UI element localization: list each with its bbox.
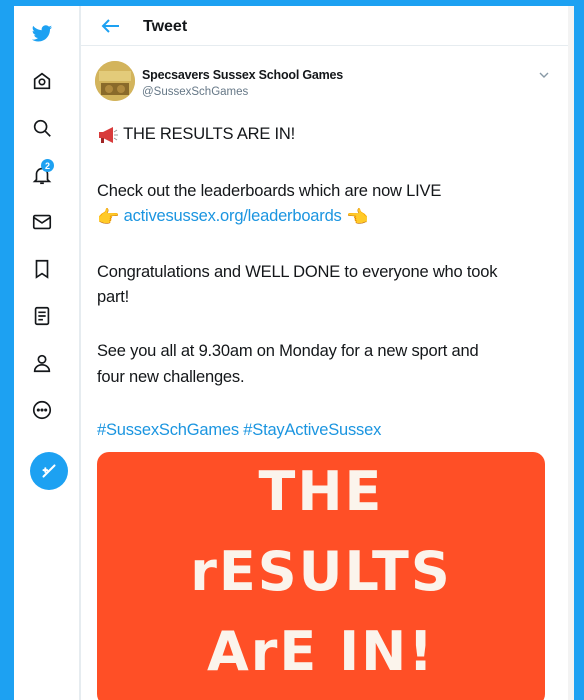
tweet-text-challenges: four new challenges. [97,368,245,386]
messages-icon[interactable] [30,210,54,234]
pointing-right-icon: 👉 [97,206,120,227]
megaphone-icon [99,126,118,143]
lists-icon[interactable] [30,304,54,328]
compose-tweet-icon [42,464,56,478]
author-handle[interactable]: @SussexSchGames [142,86,248,98]
compose-tweet-button[interactable] [30,452,68,490]
tweet-media-image[interactable]: THE rESULTS ArE IN! [97,452,545,700]
twitter-logo-icon[interactable] [30,22,54,46]
tweet-text-part: part! [97,288,130,306]
explore-icon[interactable] [30,116,54,140]
bookmarks-icon[interactable] [30,257,54,281]
tweet-text-see-you: See you all at 9.30am on Monday for a ne… [97,342,479,360]
tweet-line-link: 👉 activesussex.org/leaderboards 👈 [97,204,557,229]
profile-icon[interactable] [30,351,54,375]
notification-count-badge: 2 [41,159,54,172]
navigation-rail: 2 [14,6,80,700]
pointing-left-icon: 👈 [346,206,369,227]
tweet-text-congratulations: Congratulations and WELL DONE to everyon… [97,263,498,281]
media-text-the: THE [258,460,384,523]
back-arrow-icon[interactable] [101,18,121,34]
tweet-text-results: THE RESULTS ARE IN! [123,125,296,143]
page-title: Tweet [143,18,188,35]
tweet-line-results: THE RESULTS ARE IN! [97,122,557,146]
scrollbar[interactable] [568,6,574,700]
tweet-column: Tweet Specsavers Sussex School Games @Su… [80,6,574,700]
notifications-icon[interactable]: 2 [30,159,54,187]
tweet-window: 2 Tweet Specsavers Sussex School Games @… [14,6,574,700]
tweet-text-leaderboards: Check out the leaderboards which are now… [97,182,442,200]
media-text-are-in: ArE IN! [206,620,436,683]
home-icon[interactable] [30,69,54,93]
leaderboards-link[interactable]: activesussex.org/leaderboards [124,207,342,225]
tweet-header: Tweet [81,6,574,46]
avatar[interactable] [95,61,135,101]
more-icon[interactable] [30,398,54,422]
chevron-down-icon[interactable] [538,70,550,80]
tweet-hashtags[interactable]: #SussexSchGames #StayActiveSussex [97,418,557,442]
author-name[interactable]: Specsavers Sussex School Games [142,68,343,82]
media-text-results: rESULTS [190,540,452,603]
